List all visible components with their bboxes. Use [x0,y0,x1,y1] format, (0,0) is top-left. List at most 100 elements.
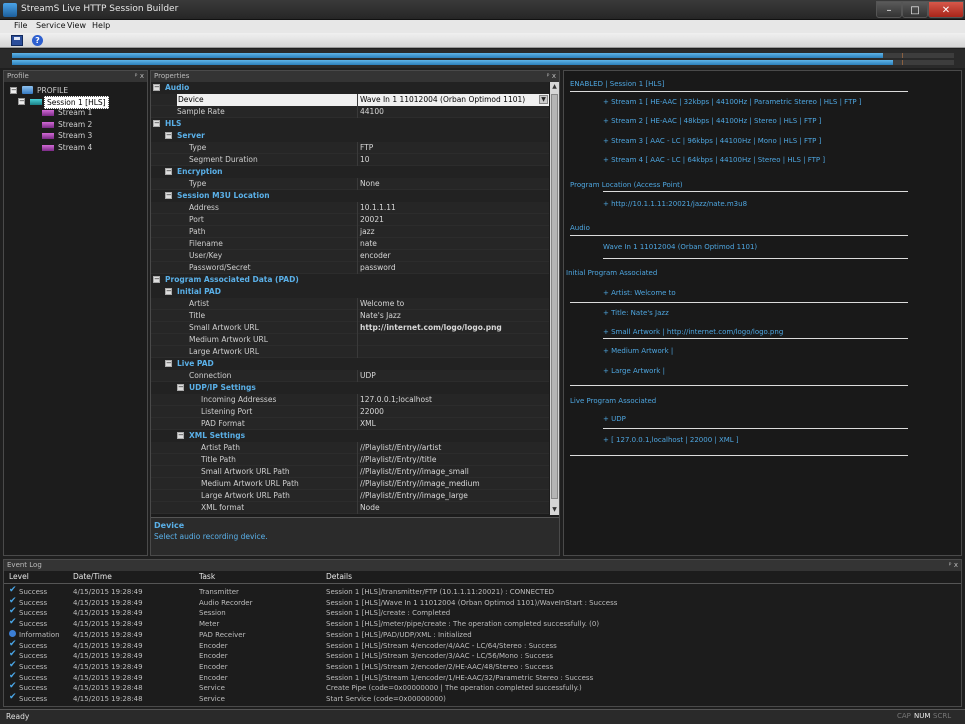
property-row[interactable]: Artist Path //Playlist//Entry//artist [151,442,549,454]
property-value[interactable]: Wave In 1 11012004 (Orban Optimod 1101) [357,94,549,106]
property-row[interactable]: Segment Duration 10 [151,154,549,166]
collapse-icon[interactable]: − [10,87,17,94]
scroll-down-icon[interactable]: ▼ [550,505,559,515]
property-value[interactable] [357,334,549,346]
collapse-icon[interactable]: − [165,168,172,175]
column-header-details[interactable]: Details [326,572,352,583]
property-value[interactable]: 22000 [357,406,549,418]
property-grid-scrollbar[interactable]: ▲ ▼ [550,82,559,515]
property-value[interactable]: 127.0.0.1;localhost [357,394,549,406]
property-row[interactable]: Listening Port 22000 [151,406,549,418]
maximize-button[interactable]: □ [902,1,928,18]
property-row[interactable]: Medium Artwork URL [151,334,549,346]
dropdown-arrow-icon[interactable]: ▼ [539,95,548,104]
property-value[interactable]: nate [357,238,549,250]
property-row[interactable]: Filename nate [151,238,549,250]
property-row[interactable]: Title Path //Playlist//Entry//title [151,454,549,466]
property-value[interactable]: jazz [357,226,549,238]
property-category[interactable]: − Initial PAD [151,286,549,298]
property-category[interactable]: − Encryption [151,166,549,178]
collapse-icon[interactable]: − [165,360,172,367]
property-row[interactable]: Large Artwork URL Path //Playlist//Entry/… [151,490,549,502]
collapse-icon[interactable]: − [153,276,160,283]
log-row[interactable]: ✔ Success 4/15/2015 19:28:49 Audio Recorder… [4,596,961,609]
property-row[interactable]: Small Artwork URL Path //Playlist//Entry/… [151,466,549,478]
property-value[interactable]: encoder [357,250,549,262]
save-icon[interactable] [11,35,23,46]
tree-node-stream[interactable]: Stream 4 [42,142,142,153]
property-value[interactable]: //Playlist//Entry//image_large [357,490,549,502]
collapse-icon[interactable]: − [177,384,184,391]
property-row[interactable]: PAD Format XML [151,418,549,430]
log-row[interactable]: ✔ Success 4/15/2015 19:28:49 Transmitter Ses… [4,586,961,598]
log-row[interactable]: ✔ Success 4/15/2015 19:28:49 Encoder Session… [4,671,961,684]
tree-node-profile[interactable]: − PROFILE [10,85,140,96]
property-value[interactable]: Nate's Jazz [357,310,549,322]
property-value[interactable]: //Playlist//Entry//image_small [357,466,549,478]
log-row[interactable]: ✔ Success 4/15/2015 19:28:49 Encoder Session… [4,639,961,652]
property-value[interactable]: None [357,178,549,190]
property-value[interactable]: //Playlist//Entry//artist [357,442,549,454]
scroll-up-icon[interactable]: ▲ [550,82,559,92]
property-value[interactable]: http://internet.com/logo/logo.png [357,322,549,334]
panel-pin-close-icon[interactable]: ᵖ x [949,560,958,571]
log-row[interactable]: Information 4/15/2015 19:28:49 PAD Receive… [4,629,961,641]
property-row[interactable]: Large Artwork URL [151,346,549,358]
property-row[interactable]: Port 20021 [151,214,549,226]
property-row[interactable]: User/Key encoder [151,250,549,262]
property-row[interactable]: XML format Node [151,502,549,514]
close-button[interactable]: ✕ [928,1,964,18]
property-value[interactable]: XML [357,418,549,430]
property-value[interactable] [357,346,549,358]
property-row[interactable]: Title Nate's Jazz [151,310,549,322]
column-header-task[interactable]: Task [199,572,215,583]
collapse-icon[interactable]: − [165,132,172,139]
log-row[interactable]: ✔ Success 4/15/2015 19:28:49 Session Session… [4,607,961,619]
log-row[interactable]: ✔ Success 4/15/2015 19:28:48 Service Create … [4,682,961,694]
property-row[interactable]: Address 10.1.1.11 [151,202,549,214]
property-row[interactable]: Connection UDP [151,370,549,382]
property-category[interactable]: − Audio [151,82,549,94]
property-category[interactable]: − Server [151,130,549,142]
property-value[interactable]: 20021 [357,214,549,226]
property-row[interactable]: Type None [151,178,549,190]
collapse-icon[interactable]: − [153,84,160,91]
property-row[interactable]: Device Wave In 1 11012004 (Orban Optimod … [151,94,549,106]
property-value[interactable]: UDP [357,370,549,382]
property-row[interactable]: Password/Secret password [151,262,549,274]
tree-node-session[interactable]: − Session 1 [HLS] [18,96,143,109]
property-category[interactable]: − XML Settings [151,430,549,442]
property-row[interactable]: Sample Rate 44100 [151,106,549,118]
column-header-datetime[interactable]: Date/Time [73,572,112,583]
collapse-icon[interactable]: − [153,120,160,127]
menu-view[interactable]: View [67,21,86,30]
property-row[interactable]: Artist Welcome to [151,298,549,310]
collapse-icon[interactable]: − [177,432,184,439]
property-row[interactable]: Medium Artwork URL Path //Playlist//Entry… [151,478,549,490]
log-row[interactable]: ✔ Success 4/15/2015 19:28:48 Service Start S… [4,693,961,705]
log-row[interactable]: ✔ Success 4/15/2015 19:28:49 Encoder Session… [4,650,961,662]
column-header-level[interactable]: Level [9,572,29,583]
property-value[interactable]: FTP [357,142,549,154]
property-value[interactable]: 44100 [357,106,549,118]
property-value[interactable]: //Playlist//Entry//title [357,454,549,466]
collapse-icon[interactable]: − [18,98,25,105]
tree-node-stream[interactable]: Stream 2 [42,119,142,130]
property-value[interactable]: 10.1.1.11 [357,202,549,214]
property-category[interactable]: − Session M3U Location [151,190,549,202]
property-category[interactable]: − HLS [151,118,549,130]
collapse-icon[interactable]: − [165,192,172,199]
property-row[interactable]: Incoming Addresses 127.0.0.1;localhost [151,394,549,406]
property-value[interactable]: Node [357,502,549,514]
menu-service[interactable]: Service [36,21,66,30]
help-icon[interactable]: ? [32,35,43,46]
panel-pin-close-icon[interactable]: ᵖ x [547,71,556,82]
log-row[interactable]: ✔ Success 4/15/2015 19:28:49 Meter Session 1… [4,618,961,630]
menu-help[interactable]: Help [92,21,110,30]
property-value[interactable]: 10 [357,154,549,166]
property-value[interactable]: //Playlist//Entry//image_medium [357,478,549,490]
property-category[interactable]: − UDP/IP Settings [151,382,549,394]
property-row[interactable]: Small Artwork URL http://internet.com/log… [151,322,549,334]
property-row[interactable]: Path jazz [151,226,549,238]
minimize-button[interactable]: – [876,1,902,18]
